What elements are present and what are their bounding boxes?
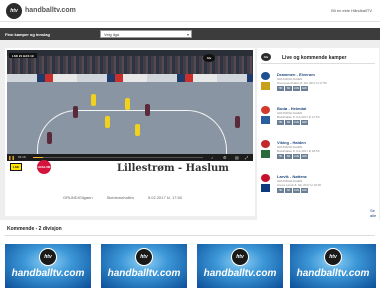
live-sidebar: htv Live og kommende kamper Drammen - El…: [257, 48, 379, 220]
sidebar-match-item[interactable]: Bodø - Heimdal GRUNDIGLIGAEN Bodøhallen …: [261, 104, 377, 140]
team-logo: [261, 140, 270, 148]
main-panel: LSK 21 HAS 19 htv ❚❚ 01:19 ♪ ⚙ ▤ ⤢ LSK H…: [5, 48, 255, 216]
crowd: [7, 56, 253, 74]
court: [7, 82, 253, 154]
settings-icon[interactable]: ⚙: [223, 155, 227, 160]
player: [145, 104, 150, 116]
team-logo: [261, 184, 270, 192]
league-select-value: Velg liga: [104, 32, 120, 37]
badge[interactable]: ARK: [301, 120, 308, 125]
badge[interactable]: SD: [285, 86, 292, 91]
sidebar-match-date: Drammenshallen 8. feb 2017 kl 17:50: [277, 81, 327, 85]
badge-row: HD SD LIVE ARK: [277, 154, 308, 159]
court-line: [37, 110, 227, 154]
badge[interactable]: ARK: [301, 188, 308, 193]
htv-logo: htv: [324, 248, 342, 266]
badge[interactable]: HD: [277, 86, 284, 91]
team-logo: [261, 150, 270, 158]
coming-thumb[interactable]: htv handballtv.com: [5, 244, 91, 288]
volume-icon[interactable]: ♪: [211, 155, 213, 160]
filter-bar: Finn kamper og innslag Velg liga ▾: [0, 28, 380, 40]
ad-boards: [7, 74, 253, 82]
league-select[interactable]: Velg liga ▾: [100, 30, 192, 38]
progress-bar[interactable]: [33, 157, 203, 158]
score-bug: LSK 21 HAS 19: [9, 53, 37, 58]
player: [47, 132, 52, 144]
chevron-down-icon: ▾: [186, 32, 189, 37]
badge[interactable]: SD: [285, 120, 292, 125]
badge[interactable]: LIVE: [293, 86, 300, 91]
badge[interactable]: ARK: [301, 86, 308, 91]
htv-logo-small: htv: [261, 53, 271, 61]
htv-logo: htv: [135, 248, 153, 266]
divider: [5, 235, 375, 236]
divider: [261, 63, 375, 64]
player: [105, 116, 110, 128]
player: [91, 94, 96, 106]
htv-watermark: htv: [203, 54, 215, 62]
thumb-label: handballtv.com: [11, 268, 85, 279]
sidebar-match-item[interactable]: Drammen - Elverum GRUNDIGLIGAEN Drammens…: [261, 70, 377, 106]
coming-section-title: Kommende - 2 divisjon: [7, 226, 62, 232]
time-label: 01:19: [18, 155, 26, 159]
badge-row: HD SD LIVE ARK: [277, 86, 308, 91]
lsk-logo: LSK: [10, 163, 22, 171]
see-all-link[interactable]: Se alle: [370, 208, 379, 218]
match-date: 5.02.2017 kl. 17:50: [147, 195, 182, 200]
badge-row: HD SD LIVE ARK: [277, 188, 308, 193]
badge[interactable]: LIVE: [293, 188, 300, 193]
match-meta: GRUNDIGligaen Skedsmohallen 5.02.2017 kl…: [63, 195, 182, 200]
badge[interactable]: HD: [277, 154, 284, 159]
video-player[interactable]: LSK 21 HAS 19 htv: [7, 50, 253, 154]
match-venue: Skedsmohallen: [106, 195, 134, 200]
player: [135, 124, 140, 136]
team-logo: [261, 82, 270, 90]
haslum-logo: HASLUM: [37, 160, 51, 174]
match-title: Lillestrøm - Haslum: [117, 163, 229, 174]
login-link[interactable]: Bli en ekte HåndballTV: [331, 8, 372, 13]
thumb-label: handballtv.com: [296, 268, 370, 279]
badge[interactable]: SD: [285, 188, 292, 193]
thumb-label: handballtv.com: [107, 268, 181, 279]
sidebar-match-date: Bodøhallen 8. feb 2017 kl 17:50: [277, 115, 320, 119]
team-logo: [261, 72, 270, 80]
team-logo: [261, 116, 270, 124]
badge-row: HD SD LIVE ARK: [277, 120, 308, 125]
fullscreen-icon[interactable]: ⤢: [245, 155, 248, 160]
badge[interactable]: LIVE: [293, 120, 300, 125]
team-logo: [261, 106, 270, 114]
team-logo: [261, 174, 270, 182]
thumb-label: handballtv.com: [203, 268, 277, 279]
site-header: htv handballtv.com Bli en ekte HåndballT…: [0, 0, 380, 22]
coming-thumb[interactable]: htv handballtv.com: [197, 244, 283, 288]
sidebar-match-item[interactable]: Larvik - Nøtterø GRUNDIGLIGAEN Arena Lar…: [261, 172, 377, 208]
player: [125, 98, 130, 110]
sidebar-title: Live og kommende kamper: [282, 55, 347, 61]
htv-logo[interactable]: htv: [6, 3, 22, 19]
site-name[interactable]: handballtv.com: [25, 7, 76, 14]
sidebar-match-date: Arena Larvik 8. feb 2017 kl 18:30: [277, 183, 322, 187]
sidebar-match-date: Bodøhallen 8. feb 2017 kl 18:50: [277, 149, 320, 153]
badge[interactable]: HD: [277, 120, 284, 125]
badge[interactable]: ARK: [301, 154, 308, 159]
player: [235, 116, 240, 128]
quality-icon[interactable]: ▤: [235, 155, 239, 160]
badge[interactable]: LIVE: [293, 154, 300, 159]
coming-thumb[interactable]: htv handballtv.com: [290, 244, 376, 288]
progress-fill: [33, 157, 44, 158]
arena-stands: [7, 50, 253, 82]
filter-label: Finn kamper og innslag: [5, 32, 50, 37]
coming-thumb[interactable]: htv handballtv.com: [101, 244, 187, 288]
pause-icon[interactable]: ❚❚: [8, 155, 15, 160]
htv-logo: htv: [39, 248, 57, 266]
badge[interactable]: SD: [285, 154, 292, 159]
htv-logo: htv: [231, 248, 249, 266]
badge[interactable]: HD: [277, 188, 284, 193]
match-league[interactable]: GRUNDIGligaen: [63, 195, 93, 200]
player: [73, 106, 78, 118]
sidebar-match-item[interactable]: Viking - Halden GRUNDIGLIGAEN Bodøhallen…: [261, 138, 377, 174]
